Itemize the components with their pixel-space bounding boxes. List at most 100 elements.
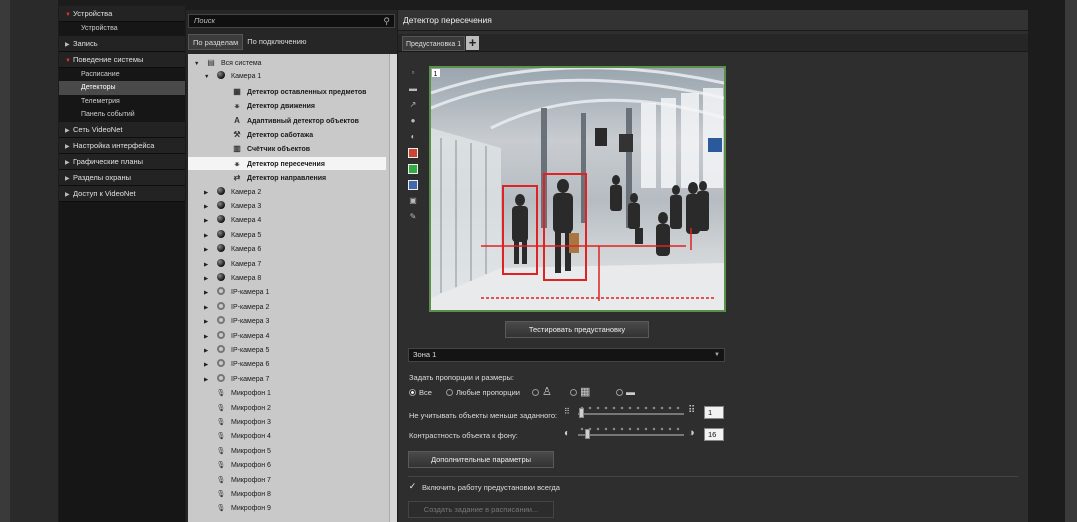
test-preset-button[interactable]: Тестировать предустановку xyxy=(505,321,649,338)
tree-row[interactable]: ▼ Камера 1 xyxy=(188,70,386,83)
sidebar-section[interactable]: ▼ Устройства xyxy=(59,6,185,22)
expand-right-icon[interactable]: ▶ xyxy=(204,244,214,257)
tree-row[interactable]: ⚹ Детектор движения xyxy=(188,99,386,112)
expand-right-icon[interactable]: ▶ xyxy=(204,287,214,300)
tree-row[interactable]: ▶ IP-камера 4 xyxy=(188,330,386,343)
sidebar-item[interactable]: Панель событий xyxy=(59,108,185,122)
tree-row[interactable]: ▶ IP-камера 3 xyxy=(188,315,386,328)
tab-by-connection[interactable]: По подключению xyxy=(243,34,310,50)
tree-row[interactable]: ⚹ Детектор пересечения xyxy=(188,156,386,170)
radio-box[interactable]: ▦ xyxy=(570,385,590,398)
always-on-checkbox[interactable]: ✓ xyxy=(408,482,417,491)
contrast-slider-thumb[interactable] xyxy=(585,429,590,439)
sidebar-section[interactable]: ▶ Настройка интерфейса xyxy=(59,137,185,154)
tree-scrollbar[interactable] xyxy=(389,54,397,522)
expand-right-icon[interactable]: ▶ xyxy=(204,345,214,358)
sidebar-item[interactable]: Устройства xyxy=(59,22,185,36)
min-size-slider[interactable] xyxy=(578,413,684,415)
sidebar-section[interactable]: ▼ Поведение системы xyxy=(59,51,185,68)
circle-tool-icon[interactable]: ● xyxy=(408,116,418,126)
contrast-tool-icon[interactable]: ◐ xyxy=(408,132,418,142)
tree-row[interactable]: ▶ Камера 4 xyxy=(188,214,386,227)
radio-person[interactable]: ♙ xyxy=(532,385,552,398)
image-tool-icon[interactable]: ▣ xyxy=(408,196,418,206)
tree-row[interactable]: 🎙 Микрофон 7 xyxy=(188,474,386,487)
radio-person-indicator[interactable] xyxy=(532,389,539,396)
tree-row[interactable]: ▦ Детектор оставленных предметов xyxy=(188,85,386,98)
create-schedule-button[interactable]: Создать задание в расписании... xyxy=(408,501,554,518)
expand-down-icon[interactable]: ▼ xyxy=(194,58,204,71)
expand-right-icon[interactable]: ▶ xyxy=(204,215,214,228)
tree-row[interactable]: ▶ Камера 3 xyxy=(188,200,386,213)
camera-preview[interactable]: 1 xyxy=(429,66,726,312)
red-zone-icon[interactable] xyxy=(408,148,418,158)
green-zone-icon[interactable] xyxy=(408,164,418,174)
radio-car[interactable]: ▬ xyxy=(616,387,635,397)
radio-all[interactable]: Все xyxy=(409,388,432,397)
search-icon[interactable]: ⚲ xyxy=(383,15,390,27)
tree-row[interactable]: ▶ Камера 8 xyxy=(188,272,386,285)
sidebar-section[interactable]: ▶ Разделы охраны xyxy=(59,169,185,186)
radio-all-indicator[interactable] xyxy=(409,389,416,396)
sidebar-section[interactable]: ▶ Доступ к VideoNet xyxy=(59,185,185,202)
expand-down-icon[interactable]: ▼ xyxy=(204,71,214,84)
sidebar-item[interactable]: Расписание xyxy=(59,68,185,82)
expand-right-icon[interactable]: ▶ xyxy=(204,359,214,372)
radio-any-indicator[interactable] xyxy=(446,389,453,396)
advanced-params-button[interactable]: Дополнительные параметры xyxy=(408,451,554,468)
tree-row[interactable]: ▶ IP-камера 5 xyxy=(188,344,386,357)
radio-car-indicator[interactable] xyxy=(616,389,623,396)
tree-row[interactable]: ▶ IP-камера 6 xyxy=(188,358,386,371)
sidebar-section[interactable]: ▶ Сеть VideoNet xyxy=(59,121,185,138)
tab-by-sections[interactable]: По разделам xyxy=(188,34,244,50)
tree-row[interactable]: ⇄ Детектор направления xyxy=(188,171,386,184)
expand-right-icon[interactable]: ▶ xyxy=(204,201,214,214)
tree-row[interactable]: 🎙 Микрофон 3 xyxy=(188,416,386,429)
expand-right-icon[interactable]: ▶ xyxy=(204,331,214,344)
sidebar-section[interactable]: ▶ Запись xyxy=(59,35,185,52)
tree-row[interactable]: ▶ IP-камера 2 xyxy=(188,301,386,314)
search-input[interactable]: Поиск ⚲ xyxy=(188,14,395,28)
contrast-slider[interactable] xyxy=(578,434,684,436)
tree-row[interactable]: ▶ Камера 7 xyxy=(188,258,386,271)
expand-right-icon[interactable]: ▶ xyxy=(204,302,214,315)
expand-right-icon[interactable]: ▶ xyxy=(204,187,214,200)
tree-row[interactable]: ▶ Камера 5 xyxy=(188,229,386,242)
sidebar-item[interactable]: Телеметрия xyxy=(59,95,185,109)
tree-row[interactable]: ▶ Камера 2 xyxy=(188,186,386,199)
tree-row[interactable]: 🎙 Микрофон 6 xyxy=(188,459,386,472)
min-size-slider-thumb[interactable] xyxy=(579,408,584,418)
radio-box-indicator[interactable] xyxy=(570,389,577,396)
tree-row[interactable]: ⚒ Детектор саботажа xyxy=(188,128,386,141)
expand-right-icon[interactable]: ▶ xyxy=(204,374,214,387)
tree-row[interactable]: 🎙 Микрофон 4 xyxy=(188,430,386,443)
tree-row[interactable]: 🎙 Микрофон 1 xyxy=(188,387,386,400)
add-preset-button[interactable]: + xyxy=(466,36,479,50)
tree-row[interactable]: ▥ Счётчик объектов xyxy=(188,142,386,155)
min-size-field[interactable]: 1 xyxy=(704,406,724,419)
zone-select[interactable]: Зона 1 ▼ xyxy=(408,348,725,362)
expand-right-icon[interactable]: ▶ xyxy=(204,316,214,329)
pencil-tool-icon[interactable]: ✎ xyxy=(408,212,418,222)
select-tool-icon[interactable]: ▫ xyxy=(408,68,418,78)
tree-row[interactable]: A Адаптивный детектор объектов xyxy=(188,114,386,127)
blue-zone-icon[interactable] xyxy=(408,180,418,190)
tree-row[interactable]: ▼ ▤ Вся система xyxy=(188,56,386,69)
tree-row[interactable]: 🎙 Микрофон 8 xyxy=(188,488,386,501)
expand-right-icon[interactable]: ▶ xyxy=(204,230,214,243)
rect-tool-icon[interactable]: ▬ xyxy=(408,84,418,94)
sidebar-section[interactable]: ▶ Графические планы xyxy=(59,153,185,170)
tree-row[interactable]: ▶ IP-камера 1 xyxy=(188,286,386,299)
contrast-field[interactable]: 16 xyxy=(704,428,724,441)
tree-row[interactable]: ▶ IP-камера 7 xyxy=(188,373,386,386)
expand-right-icon[interactable]: ▶ xyxy=(204,273,214,286)
tree-row[interactable]: 🎙 Микрофон 2 xyxy=(188,402,386,415)
pointer-tool-icon[interactable]: ↗ xyxy=(408,100,418,110)
tree-row[interactable]: ▶ Камера 6 xyxy=(188,243,386,256)
sidebar-item[interactable]: Детекторы xyxy=(59,81,185,95)
radio-any-proportions[interactable]: Любые пропорции xyxy=(446,388,520,397)
preset-tab[interactable]: Предустановка 1 xyxy=(402,36,466,51)
tree-row[interactable]: 🎙 Микрофон 5 xyxy=(188,445,386,458)
expand-right-icon[interactable]: ▶ xyxy=(204,259,214,272)
tree-row[interactable]: 🎙 Микрофон 9 xyxy=(188,502,386,515)
